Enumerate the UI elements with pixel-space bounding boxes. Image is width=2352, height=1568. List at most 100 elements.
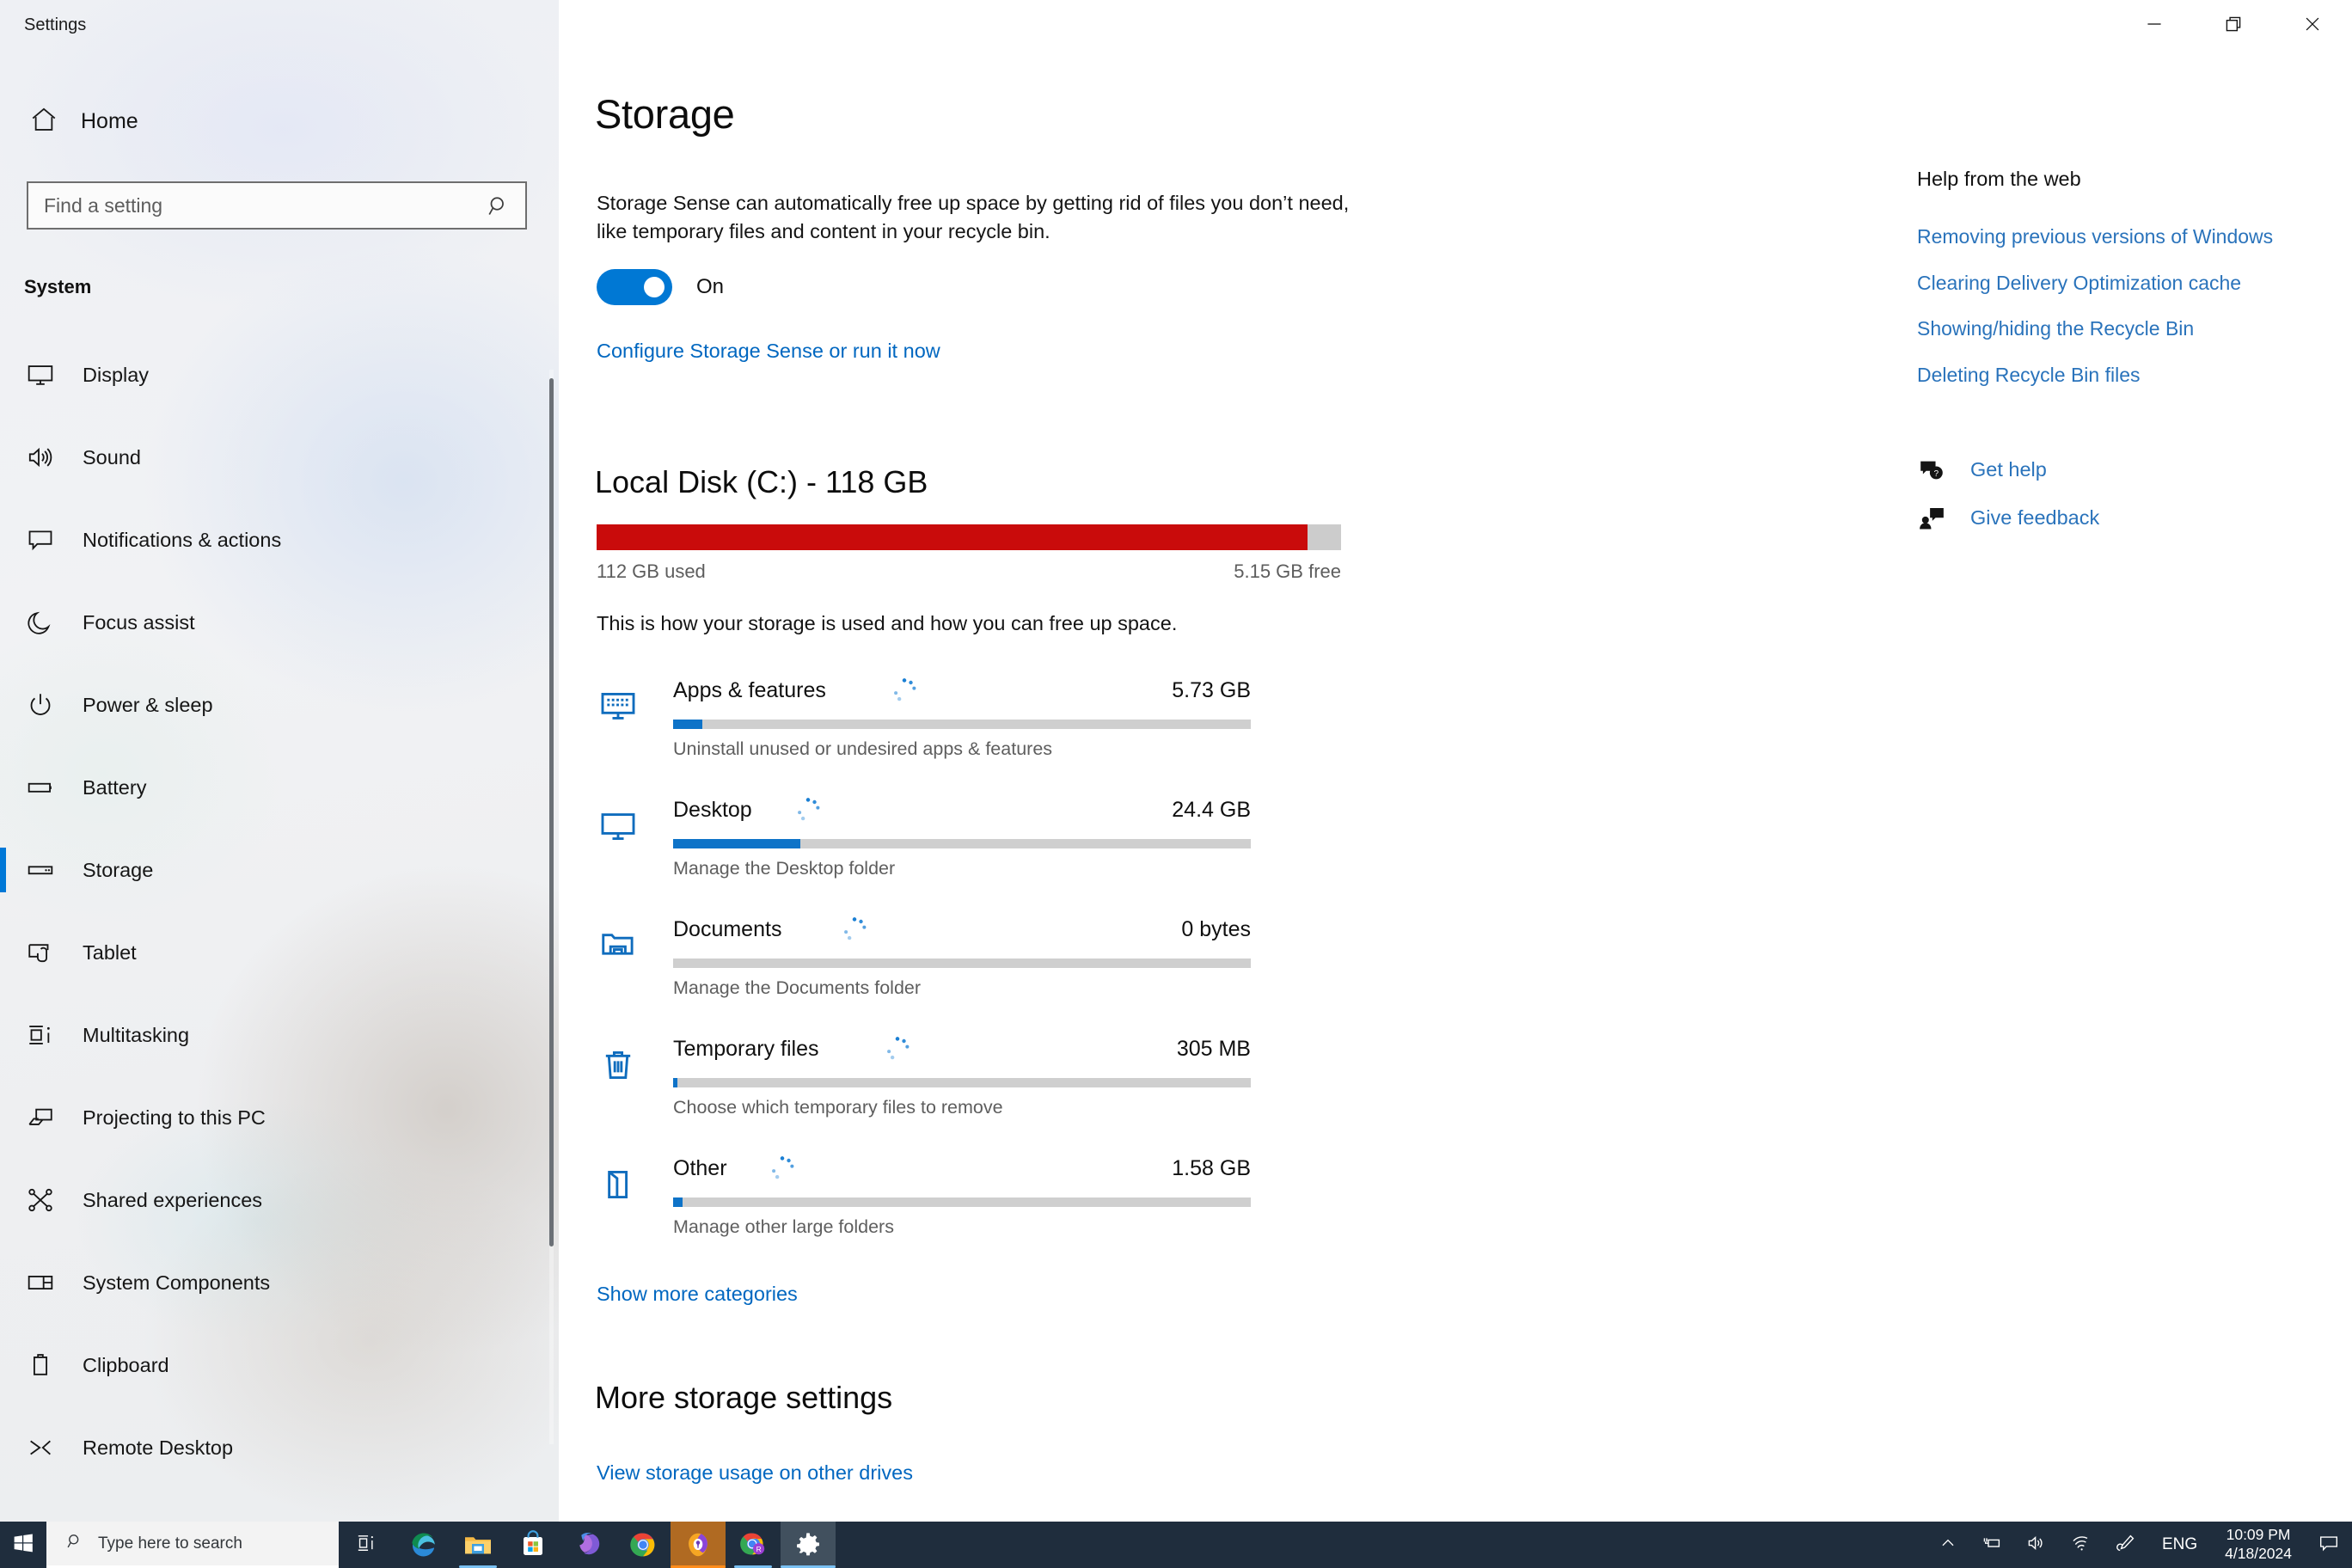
help-link[interactable]: Showing/hiding the Recycle Bin: [1917, 315, 2321, 343]
search-setting-box[interactable]: [27, 181, 527, 230]
help-link[interactable]: Clearing Delivery Optimization cache: [1917, 270, 2321, 297]
sidebar-item-label: System Components: [83, 1271, 271, 1294]
start-button[interactable]: [0, 1522, 46, 1568]
sidebar-item-label: Notifications & actions: [83, 528, 282, 551]
help-link[interactable]: Removing previous versions of Windows: [1917, 224, 2321, 251]
tablet-touch-icon: [24, 936, 57, 969]
sidebar-item-multitasking[interactable]: Multitasking: [0, 994, 559, 1076]
category-usage-fill: [673, 1197, 683, 1207]
sidebar-item-clipboard[interactable]: Clipboard: [0, 1324, 559, 1406]
sidebar-item-system-components[interactable]: System Components: [0, 1241, 559, 1324]
sidebar-item-label: Clipboard: [83, 1353, 169, 1376]
taskbar-app-file-explorer[interactable]: [450, 1522, 505, 1568]
storage-category-list: Apps & features 5.73 GB Uninstall unused…: [559, 666, 1418, 1264]
sidebar-item-tablet[interactable]: Tablet: [0, 911, 559, 994]
tray-language-indicator[interactable]: ENG: [2148, 1535, 2211, 1554]
volume-icon: [2026, 1533, 2047, 1558]
battery-icon: [24, 771, 57, 804]
sidebar-item-label: Multitasking: [83, 1023, 190, 1046]
sidebar-item-storage[interactable]: Storage: [0, 829, 559, 911]
view-other-drives-link[interactable]: View storage usage on other drives: [597, 1461, 913, 1485]
question-bubble-icon: ?: [1917, 456, 1946, 485]
help-link[interactable]: Deleting Recycle Bin files: [1917, 362, 2321, 389]
restore-button[interactable]: [2194, 0, 2273, 52]
sidebar-item-label: Power & sleep: [83, 693, 213, 716]
storage-category-row[interactable]: Other 1.58 GB Manage other large folders: [559, 1144, 1418, 1264]
sidebar-item-label: Battery: [83, 775, 147, 799]
taskbar-app-microsoft-edge[interactable]: [395, 1522, 450, 1568]
sidebar-item-sound[interactable]: Sound: [0, 416, 559, 499]
home-label: Home: [81, 108, 138, 133]
storage-sense-toggle-row: On: [597, 269, 724, 305]
configure-storage-sense-link[interactable]: Configure Storage Sense or run it now: [597, 340, 940, 363]
tray-pen-button[interactable]: [2104, 1522, 2148, 1568]
power-icon: [24, 689, 57, 721]
chevron-up-icon: [1939, 1534, 1957, 1557]
documents-folder-icon: [597, 924, 640, 967]
taskbar-app-settings[interactable]: [781, 1522, 836, 1568]
category-subtitle: Manage other large folders: [673, 1216, 894, 1237]
sidebar-item-home[interactable]: Home: [19, 97, 500, 145]
taskbar: Type here to search R ENG 10:09 PM 4/18/…: [0, 1522, 2352, 1568]
more-storage-settings-title: More storage settings: [595, 1380, 893, 1415]
sidebar-item-remote-desktop[interactable]: Remote Desktop: [0, 1406, 559, 1489]
sidebar-item-label: Storage: [83, 858, 154, 881]
tray-clock[interactable]: 10:09 PM 4/18/2024: [2211, 1526, 2306, 1564]
sidebar-item-battery[interactable]: Battery: [0, 746, 559, 829]
desktop-monitor-icon: [597, 805, 640, 848]
sidebar-item-projecting[interactable]: Projecting to this PC: [0, 1076, 559, 1159]
other-folder-icon: [597, 1163, 640, 1206]
app-title: Settings: [24, 15, 87, 34]
storage-sense-toggle[interactable]: [597, 269, 672, 305]
tray-network-button[interactable]: [2059, 1522, 2104, 1568]
local-disk-title: Local Disk (C:) - 118 GB: [595, 464, 928, 499]
sidebar-nav-list: Display Sound Notifications & actions Fo…: [0, 334, 559, 1489]
search-icon[interactable]: [486, 193, 511, 219]
tray-notification-button[interactable]: [2306, 1522, 2352, 1568]
storage-category-row[interactable]: Desktop 24.4 GB Manage the Desktop folde…: [559, 786, 1418, 905]
taskbar-search-placeholder: Type here to search: [98, 1534, 242, 1553]
search-input[interactable]: [28, 184, 458, 227]
sidebar-item-notifications[interactable]: Notifications & actions: [0, 499, 559, 581]
task-view-button[interactable]: [339, 1522, 395, 1568]
get-help-button[interactable]: ? Get help: [1917, 446, 2321, 494]
minimize-button[interactable]: [2115, 0, 2194, 52]
svg-text:?: ?: [1934, 469, 1939, 479]
sidebar-item-display[interactable]: Display: [0, 334, 559, 416]
window-controls: [2115, 0, 2352, 52]
sidebar-item-shared-experiences[interactable]: Shared experiences: [0, 1159, 559, 1241]
taskbar-app-chrome-remote[interactable]: R: [726, 1522, 781, 1568]
storage-sense-toggle-state: On: [696, 275, 725, 298]
category-size: 1.58 GB: [1172, 1156, 1251, 1180]
category-usage-bar: [673, 1078, 1251, 1087]
search-icon: [65, 1532, 84, 1555]
taskbar-app-google-chrome[interactable]: [616, 1522, 671, 1568]
get-help-label: Get help: [1970, 458, 2047, 481]
storage-category-row[interactable]: Apps & features 5.73 GB Uninstall unused…: [559, 666, 1418, 786]
project-screen-icon: [24, 1101, 57, 1134]
chat-bubble-icon: [24, 524, 57, 556]
share-nodes-icon: [24, 1184, 57, 1216]
moon-icon: [24, 606, 57, 639]
sidebar-scrollbar-thumb[interactable]: [549, 378, 554, 1246]
sidebar-item-focus-assist[interactable]: Focus assist: [0, 581, 559, 664]
give-feedback-button[interactable]: Give feedback: [1917, 494, 2321, 542]
tray-battery-button[interactable]: [1969, 1522, 2014, 1568]
taskbar-search-box[interactable]: Type here to search: [46, 1522, 339, 1568]
category-subtitle: Choose which temporary files to remove: [673, 1097, 1003, 1118]
storage-category-row[interactable]: Documents 0 bytes Manage the Documents f…: [559, 905, 1418, 1025]
close-button[interactable]: [2273, 0, 2352, 52]
settings-sidebar: Settings Home System: [0, 0, 559, 1522]
storage-category-row[interactable]: Temporary files 305 MB Choose which temp…: [559, 1025, 1418, 1144]
category-usage-bar: [673, 1197, 1251, 1207]
task-view-icon: [356, 1532, 378, 1559]
show-more-categories-link[interactable]: Show more categories: [597, 1283, 798, 1306]
tray-chevron-button[interactable]: [1926, 1522, 1969, 1568]
category-usage-bar: [673, 839, 1251, 848]
taskbar-app-password-manager[interactable]: [671, 1522, 726, 1568]
windows-start-icon: [12, 1532, 34, 1559]
sidebar-item-power-sleep[interactable]: Power & sleep: [0, 664, 559, 746]
tray-volume-button[interactable]: [2014, 1522, 2059, 1568]
taskbar-app-microsoft-office[interactable]: [560, 1522, 616, 1568]
taskbar-app-microsoft-store[interactable]: [505, 1522, 560, 1568]
